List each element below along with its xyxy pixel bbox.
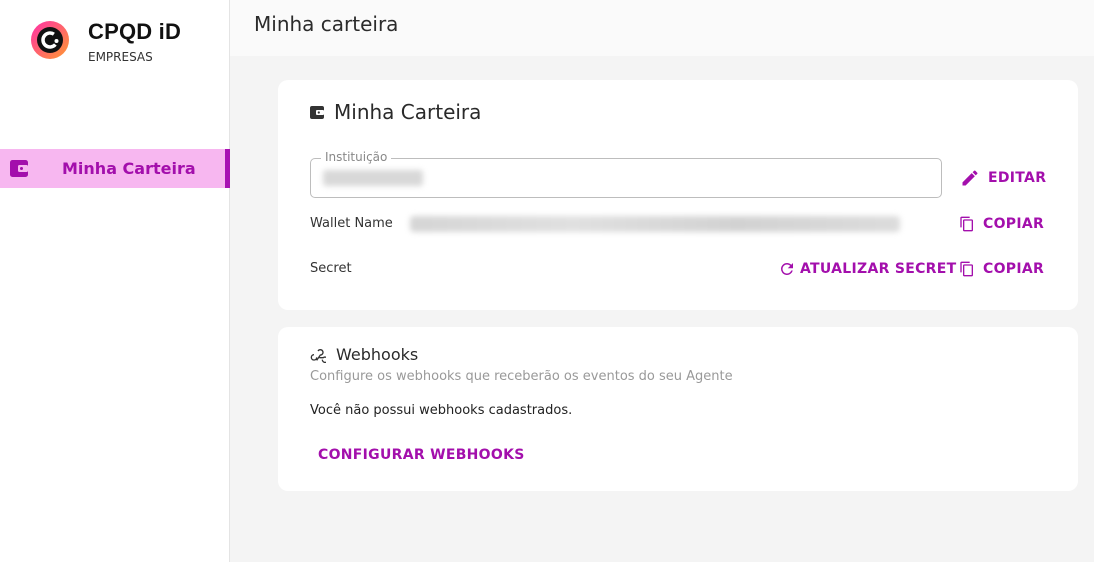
copy-icon <box>960 261 973 277</box>
institution-value-redacted <box>323 170 423 186</box>
brand: CPQD iD EMPRESAS <box>30 20 181 64</box>
webhooks-card-title: Webhooks <box>336 345 419 364</box>
sidebar-item-minha-carteira[interactable]: Minha Carteira <box>0 149 230 188</box>
copy-icon <box>960 216 973 232</box>
sidebar-item-label: Minha Carteira <box>62 159 196 178</box>
brand-subtitle: EMPRESAS <box>88 50 153 64</box>
copy-secret-button[interactable]: COPIAR <box>959 260 1044 278</box>
wallet-card-header: Minha Carteira <box>310 100 481 124</box>
brand-name: CPQD iD <box>88 19 182 44</box>
wallet-icon <box>310 105 324 119</box>
edit-button[interactable]: EDITAR <box>960 168 1046 188</box>
secret-label: Secret <box>310 261 352 276</box>
webhooks-card: Webhooks Configure os webhooks que receb… <box>278 327 1078 491</box>
webhooks-empty-text: Você não possui webhooks cadastrados. <box>310 403 573 418</box>
wallet-icon <box>10 160 28 177</box>
refresh-icon <box>780 263 793 275</box>
pencil-icon <box>962 170 978 186</box>
copy-secret-label: COPIAR <box>983 261 1045 277</box>
wallet-card-title: Minha Carteira <box>334 100 482 124</box>
edit-button-label: EDITAR <box>988 170 1047 186</box>
wallet-card: Minha Carteira Instituição EDITAR Wallet… <box>278 80 1078 310</box>
institution-field[interactable]: Instituição <box>310 150 942 198</box>
sidebar: CPQD iD EMPRESAS Minha Carteira <box>0 0 230 562</box>
copy-wallet-name-label: COPIAR <box>983 216 1045 232</box>
webhook-icon <box>310 348 326 363</box>
institution-field-label: Instituição <box>321 150 392 164</box>
copy-wallet-name-button[interactable]: COPIAR <box>959 215 1044 233</box>
header: Minha carteira <box>230 0 1094 56</box>
webhooks-subtitle: Configure os webhooks que receberão os e… <box>310 369 733 384</box>
webhooks-card-header: Webhooks <box>310 345 418 364</box>
brand-logo-icon <box>31 21 69 59</box>
refresh-secret-button[interactable]: ATUALIZAR SECRET <box>778 260 956 278</box>
wallet-name-label: Wallet Name <box>310 216 393 231</box>
configure-webhooks-button[interactable]: CONFIGURAR WEBHOOKS <box>318 447 525 463</box>
refresh-secret-label: ATUALIZAR SECRET <box>800 261 957 277</box>
wallet-name-value-redacted <box>410 216 900 232</box>
page-title: Minha carteira <box>254 12 399 36</box>
